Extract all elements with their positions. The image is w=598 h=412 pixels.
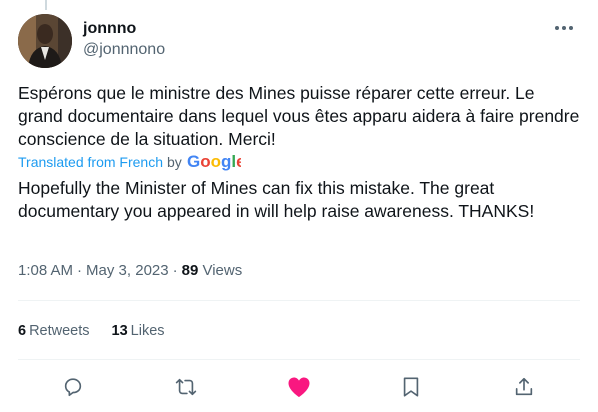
- share-icon: [515, 377, 533, 396]
- views-count[interactable]: 89: [182, 262, 199, 279]
- tweet-text: Espérons que le ministre des Mines puiss…: [18, 83, 580, 149]
- user-handle[interactable]: @jonnnono: [83, 39, 165, 61]
- translation-attribution: Translated from French by Google: [18, 152, 241, 172]
- more-options-button[interactable]: [552, 16, 576, 40]
- reply-button[interactable]: [58, 373, 88, 401]
- more-icon: [555, 26, 573, 30]
- heart-filled-icon: [288, 377, 310, 397]
- tweet-date[interactable]: May 3, 2023: [86, 262, 169, 279]
- views-label: Views: [202, 262, 243, 279]
- likes-stat[interactable]: 13 Likes: [112, 321, 165, 341]
- translated-from-link[interactable]: Translated from French: [18, 154, 163, 170]
- display-name[interactable]: jonnno: [83, 19, 165, 39]
- likes-label: Likes: [130, 323, 165, 339]
- retweet-button[interactable]: [171, 373, 201, 401]
- tweet-meta: 1:08 AM · May 3, 2023 · 89 Views: [18, 261, 242, 281]
- retweet-icon: [175, 378, 197, 396]
- avatar-image: [18, 14, 72, 68]
- retweets-count: 6: [18, 323, 27, 339]
- tweet-time[interactable]: 1:08 AM: [18, 262, 73, 279]
- retweets-label: Retweets: [29, 323, 90, 339]
- bookmark-icon: [403, 377, 419, 397]
- meta-separator: ·: [172, 262, 178, 279]
- tweet-header: jonnno @jonnnono: [18, 14, 584, 68]
- google-logo: Google: [187, 152, 241, 172]
- engagement-stats: 6 Retweets 13 Likes: [18, 321, 165, 341]
- avatar[interactable]: [18, 14, 72, 68]
- retweets-stat[interactable]: 6 Retweets: [18, 321, 90, 341]
- bookmark-button[interactable]: [396, 373, 426, 401]
- translated-by-label: by: [166, 154, 182, 170]
- share-button[interactable]: [509, 373, 539, 401]
- likes-count: 13: [111, 323, 128, 339]
- divider: [18, 359, 580, 360]
- divider: [18, 300, 580, 301]
- like-button[interactable]: [284, 373, 314, 401]
- meta-separator: ·: [77, 262, 83, 279]
- svg-text:Google: Google: [187, 152, 241, 171]
- translated-text: Hopefully the Minister of Mines can fix …: [18, 178, 535, 221]
- google-logo-image: Google: [187, 152, 241, 171]
- reply-icon: [64, 378, 82, 397]
- user-names: jonnno @jonnnono: [83, 19, 165, 61]
- thread-connector-line: [45, 0, 47, 10]
